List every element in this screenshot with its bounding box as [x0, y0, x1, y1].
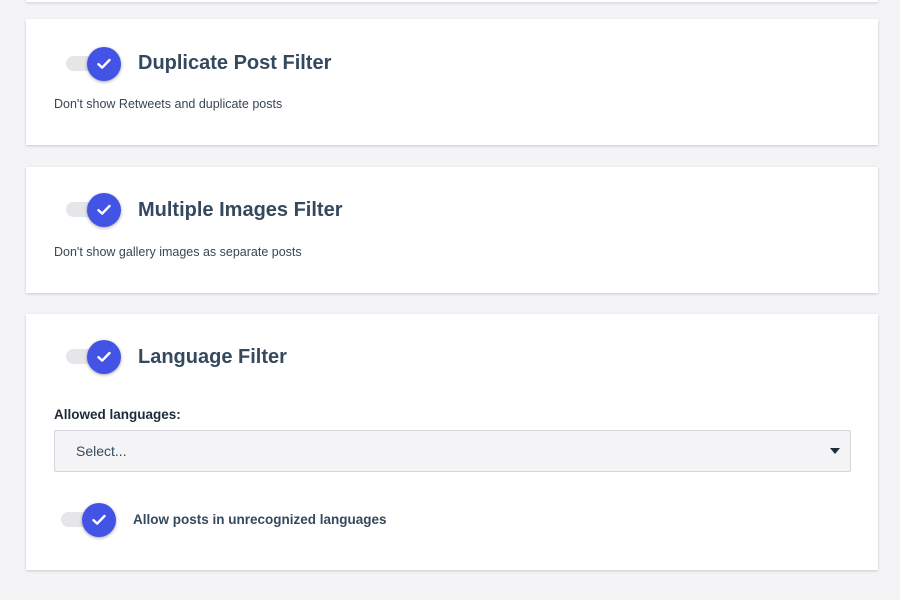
language-filter-toggle[interactable]: [66, 337, 124, 377]
duplicate-post-filter-card: Duplicate Post Filter Don't show Retweet…: [26, 19, 878, 145]
multiple-images-filter-title: Multiple Images Filter: [138, 199, 343, 221]
toggle-knob: [87, 47, 121, 81]
select-placeholder: Select...: [76, 443, 127, 459]
caret-down-icon: [830, 448, 840, 454]
multiple-images-filter-description: Don't show gallery images as separate po…: [54, 245, 302, 259]
filter-settings-page: Duplicate Post Filter Don't show Retweet…: [0, 0, 900, 600]
language-filter-card: Language Filter Allowed languages: Selec…: [26, 314, 878, 570]
checkmark-icon: [92, 514, 106, 525]
language-filter-title: Language Filter: [138, 346, 287, 368]
allowed-languages-label: Allowed languages:: [54, 407, 181, 422]
checkmark-icon: [97, 58, 111, 69]
unrecognized-languages-toggle[interactable]: [61, 500, 119, 540]
duplicate-post-filter-description: Don't show Retweets and duplicate posts: [54, 97, 283, 111]
duplicate-post-filter-title: Duplicate Post Filter: [138, 52, 332, 74]
checkmark-icon: [97, 204, 111, 215]
multiple-images-filter-card: Multiple Images Filter Don't show galler…: [26, 167, 878, 293]
duplicate-post-filter-toggle[interactable]: [66, 44, 124, 84]
previous-card-edge: [26, 0, 878, 2]
unrecognized-languages-label: Allow posts in unrecognized languages: [133, 512, 387, 527]
toggle-knob: [87, 193, 121, 227]
multiple-images-filter-toggle[interactable]: [66, 190, 124, 230]
checkmark-icon: [97, 351, 111, 362]
toggle-knob: [87, 340, 121, 374]
allowed-languages-select[interactable]: Select...: [54, 430, 851, 472]
toggle-knob: [82, 503, 116, 537]
